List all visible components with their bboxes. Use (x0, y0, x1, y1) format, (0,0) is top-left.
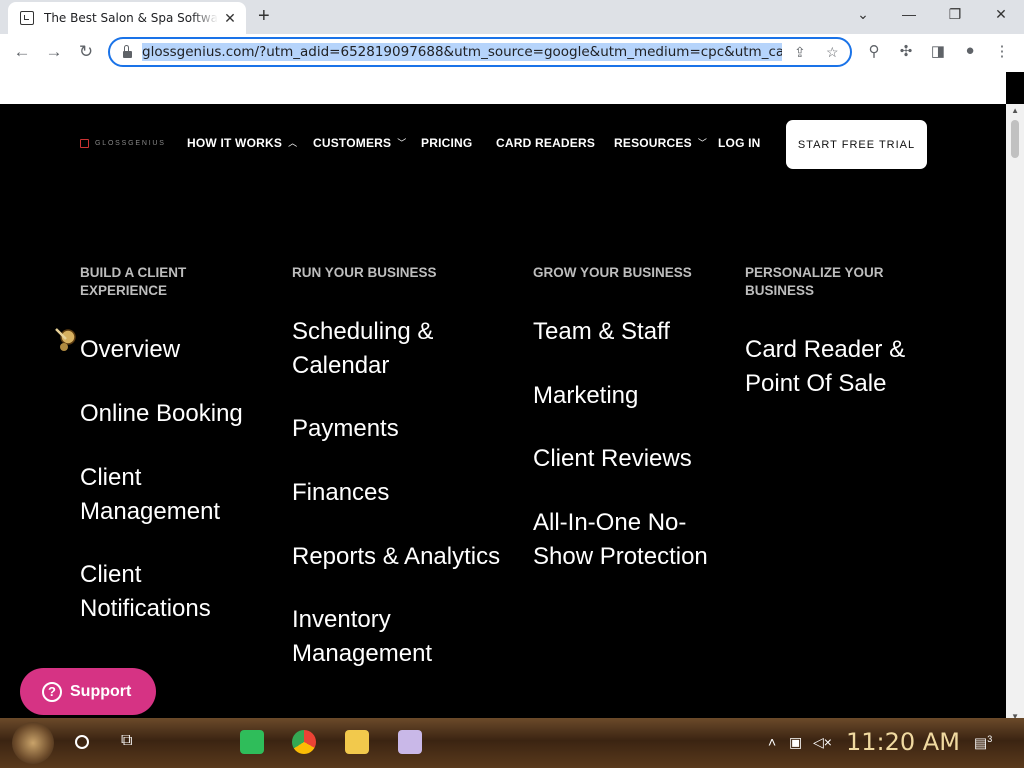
menu-heading-build: BUILD A CLIENT EXPERIENCE (80, 265, 187, 298)
taskbar-clock[interactable]: 11:20 AM (846, 728, 960, 756)
back-icon[interactable]: ← (11, 42, 33, 62)
menu-link-scheduling[interactable]: Scheduling & Calendar (292, 315, 482, 383)
browser-tab[interactable]: The Best Salon & Spa Software ✕ (8, 2, 246, 34)
favicon-icon (20, 11, 34, 25)
nav-how-it-works[interactable]: HOW IT WORKS ︿ (187, 136, 297, 150)
notification-count: 3 (987, 734, 993, 744)
profile-avatar-icon[interactable]: ● (960, 42, 980, 59)
network-icon[interactable]: ▣ (789, 734, 802, 751)
menu-heading-personalize: PERSONALIZE YOUR BUSINESS (745, 265, 884, 298)
nav-resources[interactable]: RESOURCES ﹀ (614, 136, 707, 150)
app-icon[interactable] (398, 730, 422, 754)
menu-link-overview[interactable]: Overview (80, 333, 180, 367)
nav-resources-label: RESOURCES (614, 136, 692, 150)
restore-button[interactable]: ❐ (945, 6, 965, 23)
menu-heading-grow: GROW YOUR BUSINESS (533, 265, 692, 280)
tray-expand-icon[interactable]: ˄ (768, 734, 776, 750)
tab-strip: The Best Salon & Spa Software ✕ + ⌄ — ❐ … (0, 0, 1024, 34)
lock-icon[interactable] (123, 44, 132, 58)
support-label: Support (70, 682, 132, 700)
nav-log-in[interactable]: LOG IN (718, 136, 761, 150)
help-icon: ? (42, 681, 62, 702)
scroll-up-icon[interactable]: ▲ (1011, 106, 1019, 115)
task-view-icon[interactable]: ⧉ (121, 732, 132, 750)
logo-text: GLOSSGENIUS (95, 140, 166, 147)
nav-customers-label: CUSTOMERS (313, 136, 392, 150)
notes-app-icon[interactable] (240, 730, 264, 754)
close-window-button[interactable]: ✕ (991, 6, 1011, 23)
nav-pricing[interactable]: PRICING (421, 136, 472, 150)
page-scrollbar[interactable] (1006, 104, 1024, 718)
chevron-down-icon: ﹀ (697, 138, 708, 148)
minimize-button[interactable]: — (899, 6, 919, 22)
tab-title: The Best Salon & Spa Software (44, 11, 218, 25)
menu-link-card-reader-pos[interactable]: Card Reader & Point Of Sale (745, 333, 920, 401)
menu-link-online-booking[interactable]: Online Booking (80, 397, 243, 431)
tab-search-icon[interactable]: ⌄ (853, 6, 873, 23)
nav-customers[interactable]: CUSTOMERS ﹀ (313, 136, 406, 150)
file-explorer-icon[interactable] (345, 730, 369, 754)
mouse-cursor-icon (55, 328, 76, 351)
menu-link-client-notifications[interactable]: Client Notifications (80, 558, 250, 626)
bookmark-star-icon[interactable]: ☆ (826, 44, 839, 61)
menu-link-inventory[interactable]: Inventory Management (292, 603, 462, 671)
menu-link-reports[interactable]: Reports & Analytics (292, 540, 500, 574)
chevron-up-icon: ︿ (288, 138, 298, 148)
menu-heading-run: RUN YOUR BUSINESS (292, 265, 437, 280)
extensions-icon[interactable]: ✣ (896, 42, 916, 60)
menu-link-marketing[interactable]: Marketing (533, 379, 638, 413)
notification-center-icon[interactable]: ▤3 (974, 734, 992, 752)
logo-mark-icon (80, 139, 89, 148)
nav-card-readers[interactable]: CARD READERS (496, 136, 595, 150)
menu-link-finances[interactable]: Finances (292, 476, 389, 510)
side-panel-icon[interactable]: ◨ (928, 42, 948, 60)
site-logo[interactable]: GLOSSGENIUS (80, 139, 166, 148)
windows-taskbar: ⧉ ˄ ▣ ◁× 11:20 AM ▤3 (0, 718, 1024, 768)
start-free-trial-button[interactable]: START FREE TRIAL (786, 120, 927, 169)
zoom-icon[interactable]: ⚲ (864, 42, 884, 60)
new-tab-button[interactable]: + (258, 5, 270, 27)
chevron-down-icon: ﹀ (397, 138, 407, 148)
chrome-icon[interactable] (292, 730, 316, 754)
tab-close-icon[interactable]: ✕ (222, 10, 238, 27)
volume-muted-icon[interactable]: ◁× (813, 734, 832, 751)
scroll-thumb[interactable] (1011, 120, 1019, 158)
menu-link-client-management[interactable]: Client Management (80, 461, 250, 529)
browser-menu-icon[interactable]: ⋮ (992, 42, 1012, 60)
page-top-band (0, 72, 1006, 104)
nav-how-it-works-label: HOW IT WORKS (187, 136, 283, 150)
start-button[interactable] (12, 722, 54, 764)
menu-link-payments[interactable]: Payments (292, 412, 399, 446)
forward-icon[interactable]: → (43, 42, 65, 62)
address-bar[interactable]: glossgenius.com/?utm_adid=652819097688&u… (108, 37, 852, 67)
support-button[interactable]: ? Support (20, 668, 156, 715)
share-icon[interactable]: ⇪ (794, 44, 806, 61)
menu-link-no-show[interactable]: All-In-One No-Show Protection (533, 506, 718, 574)
menu-link-team-staff[interactable]: Team & Staff (533, 315, 670, 349)
url-text[interactable]: glossgenius.com/?utm_adid=652819097688&u… (142, 43, 782, 61)
reload-icon[interactable]: ↻ (75, 42, 97, 62)
menu-link-client-reviews[interactable]: Client Reviews (533, 442, 692, 476)
search-circle-icon[interactable] (75, 735, 89, 749)
